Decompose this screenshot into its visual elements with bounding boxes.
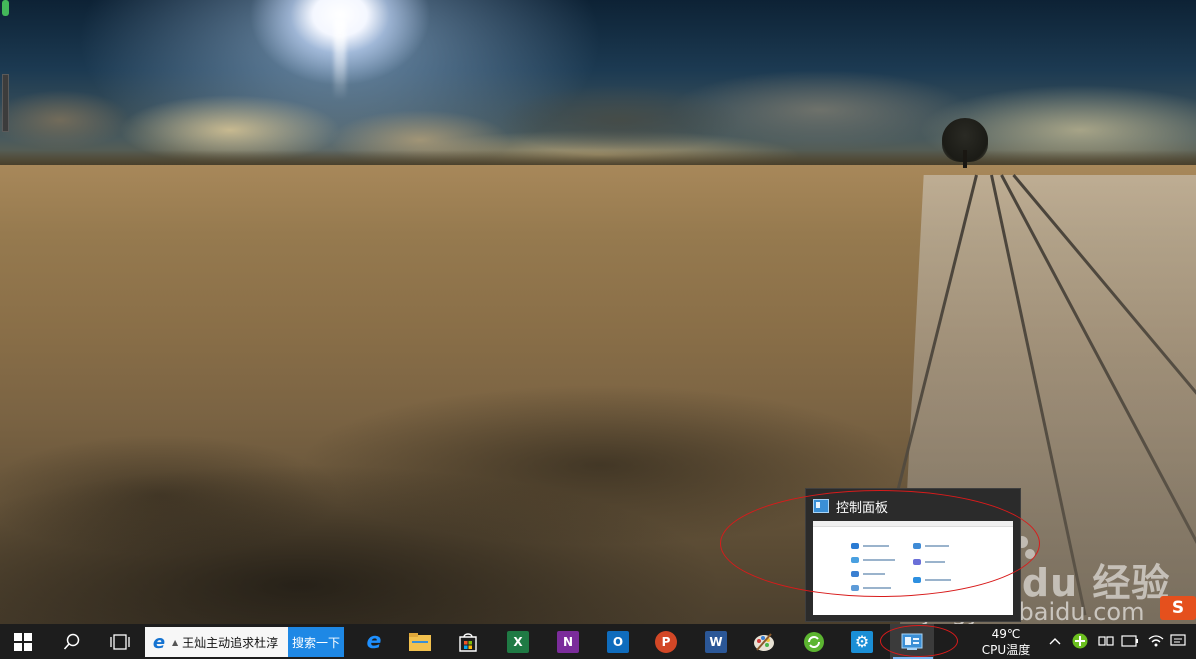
edge-widget[interactable] — [0, 0, 10, 132]
edge-icon: e — [366, 629, 382, 654]
taskbar-app-paint[interactable] — [742, 624, 786, 659]
paint-icon — [754, 632, 774, 651]
start-button[interactable] — [0, 624, 46, 659]
edge-widget-bar[interactable] — [2, 74, 9, 132]
wifi-icon[interactable] — [1146, 630, 1166, 652]
ie-icon: e — [152, 631, 166, 653]
store-icon — [459, 632, 477, 652]
network-icon[interactable] — [1096, 630, 1116, 652]
taskbar-app-file-explorer[interactable] — [398, 624, 442, 659]
cpu-temp-label: CPU温度 — [981, 643, 1031, 657]
outlook-icon: O — [607, 630, 629, 653]
search-icon — [63, 633, 80, 650]
task-view-icon — [110, 633, 130, 650]
task-view-button[interactable] — [98, 624, 142, 659]
windows-logo-icon — [14, 632, 32, 651]
taskbar-app-edge[interactable]: e — [352, 624, 396, 659]
taskbar-app-green-refresh[interactable] — [792, 624, 836, 659]
cpu-temperature-widget[interactable]: 49℃ CPU温度 — [976, 625, 1036, 659]
annotation-ellipse — [720, 490, 1040, 597]
search-submit-button[interactable]: 搜索一下 — [288, 627, 344, 657]
refresh-green-icon — [804, 631, 824, 652]
sogou-logo-icon: S — [1160, 596, 1196, 620]
settings-icon: ⚙ — [851, 630, 873, 653]
taskbar-app-word[interactable]: W — [694, 624, 738, 659]
taskbar-app-onenote[interactable]: N — [546, 624, 590, 659]
taskbar-app-powerpoint[interactable]: P — [644, 624, 688, 659]
cortana-search-button[interactable] — [50, 624, 94, 659]
taskbar-app-outlook[interactable]: O — [596, 624, 640, 659]
excel-icon: X — [507, 630, 529, 653]
ie-search-box[interactable]: e ▲ 王灿主动追求杜淳 — [145, 627, 288, 657]
taskbar-app-store[interactable] — [446, 624, 490, 659]
green-plus-icon[interactable] — [1070, 630, 1090, 652]
chevron-up-icon[interactable] — [1046, 630, 1064, 652]
battery-icon[interactable] — [1120, 630, 1140, 652]
cpu-temp-value: 49℃ — [991, 627, 1021, 641]
dropdown-arrow-icon[interactable]: ▲ — [172, 638, 178, 647]
edge-widget-indicator — [2, 0, 9, 16]
annotation-ellipse-taskbar — [880, 625, 958, 657]
search-box-text: 王灿主动追求杜淳 — [182, 635, 279, 650]
wallpaper-tree-trunk — [963, 150, 967, 168]
onenote-icon: N — [557, 630, 579, 653]
taskbar-app-excel[interactable]: X — [496, 624, 540, 659]
powerpoint-icon: P — [655, 630, 677, 653]
file-explorer-icon — [409, 632, 431, 651]
notification-icon[interactable] — [1168, 630, 1188, 652]
word-icon: W — [705, 630, 727, 653]
taskbar-app-settings[interactable]: ⚙ — [840, 624, 884, 659]
